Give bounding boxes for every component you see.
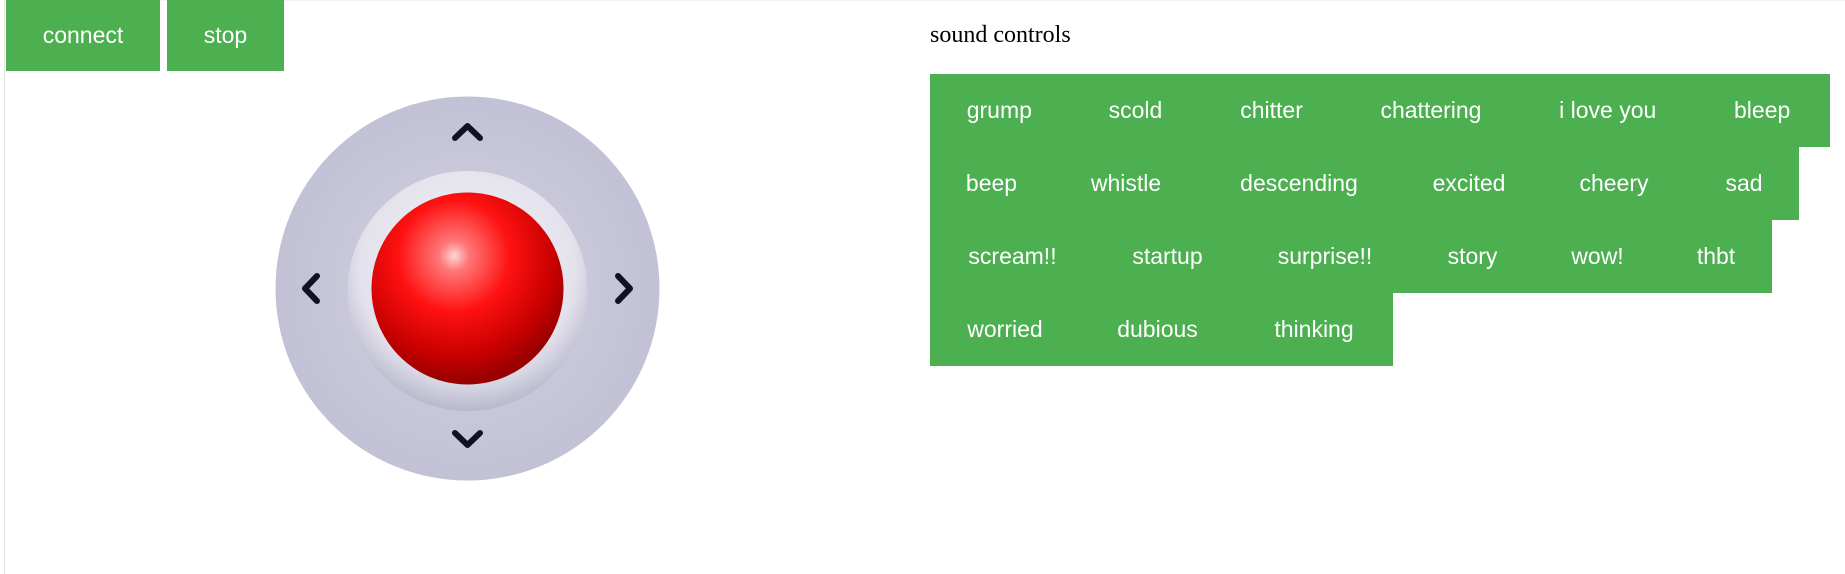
sound-button-startup[interactable]: startup [1095,220,1240,293]
sound-button-chitter[interactable]: chitter [1202,74,1341,147]
sound-row: grump scold chitter chattering i love yo… [930,74,1830,147]
sound-button-i-love-you[interactable]: i love you [1521,74,1695,147]
sound-row: worried dubious thinking [930,293,1830,366]
sound-button-bleep[interactable]: bleep [1694,74,1830,147]
sound-button-thinking[interactable]: thinking [1235,293,1393,366]
connect-button[interactable]: connect [6,0,160,71]
sound-button-cheery[interactable]: cheery [1539,147,1689,220]
sound-button-descending[interactable]: descending [1199,147,1399,220]
sound-button-beep[interactable]: beep [930,147,1053,220]
sound-row: beep whistle descending excited cheery s… [930,147,1830,220]
sound-button-chattering[interactable]: chattering [1340,74,1522,147]
sound-button-scream[interactable]: scream!! [930,220,1095,293]
joystick-knob[interactable] [371,192,564,385]
joystick-graphic[interactable] [275,96,660,481]
joystick[interactable] [275,96,660,481]
sound-button-story[interactable]: story [1410,220,1535,293]
sound-button-surprise[interactable]: surprise!! [1240,220,1410,293]
sound-button-scold[interactable]: scold [1068,74,1203,147]
sound-button-thbt[interactable]: thbt [1660,220,1772,293]
sound-row: scream!! startup surprise!! story wow! t… [930,220,1830,293]
sound-button-worried[interactable]: worried [930,293,1080,366]
sound-button-grump[interactable]: grump [930,74,1069,147]
sound-controls-title: sound controls [930,22,1071,48]
sound-button-sad[interactable]: sad [1689,147,1799,220]
sound-button-whistle[interactable]: whistle [1053,147,1199,220]
sound-controls-panel: grump scold chitter chattering i love yo… [930,74,1830,366]
sound-button-wow[interactable]: wow! [1535,220,1660,293]
sound-button-excited[interactable]: excited [1399,147,1539,220]
sound-button-dubious[interactable]: dubious [1080,293,1235,366]
stop-button[interactable]: stop [167,0,284,71]
